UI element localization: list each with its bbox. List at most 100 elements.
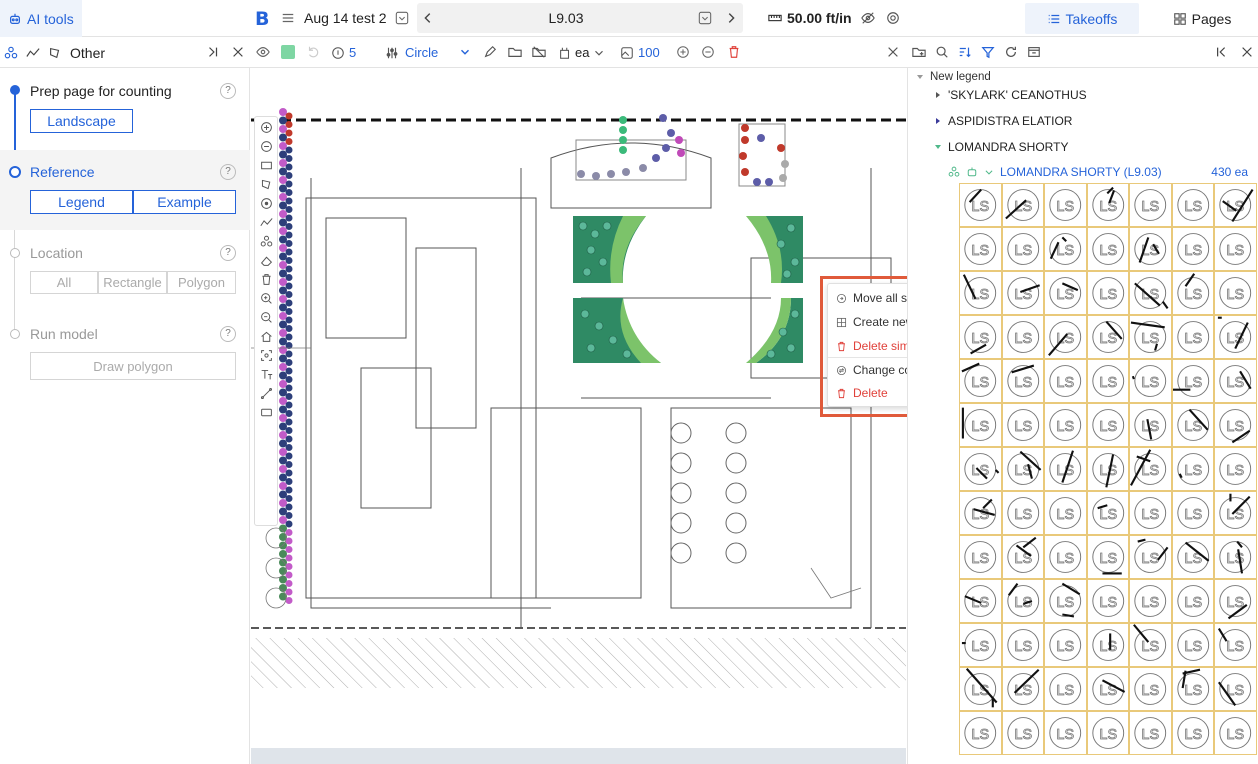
- chevron-down-icon[interactable]: [458, 45, 472, 59]
- all-button[interactable]: All: [30, 271, 98, 294]
- sample-cell[interactable]: LS: [1171, 271, 1214, 315]
- sample-cell[interactable]: LS: [1044, 183, 1087, 227]
- archive-icon[interactable]: [1027, 45, 1041, 59]
- rectangle-tool-icon[interactable]: [260, 159, 273, 172]
- help-icon[interactable]: ?: [220, 245, 236, 261]
- sample-cell[interactable]: LS: [959, 579, 1002, 623]
- gear-icon[interactable]: [886, 11, 900, 25]
- box-tool-icon[interactable]: [260, 406, 273, 419]
- polygon-button[interactable]: Polygon: [167, 271, 236, 294]
- pen-icon[interactable]: [483, 45, 497, 59]
- home-icon[interactable]: [260, 330, 273, 343]
- sample-cell[interactable]: LS: [959, 315, 1002, 359]
- ai-tools-tab[interactable]: AI tools: [0, 0, 82, 37]
- help-icon[interactable]: ?: [220, 83, 236, 99]
- text-tool-icon[interactable]: [260, 368, 273, 381]
- count-badge[interactable]: 5: [331, 45, 356, 60]
- sample-cell[interactable]: LS: [1044, 359, 1087, 403]
- scale-indicator[interactable]: 50.00 ft/in: [768, 10, 852, 26]
- measure-tool-icon[interactable]: [260, 387, 273, 400]
- sample-cell[interactable]: LS: [1214, 183, 1257, 227]
- sample-cell[interactable]: LS: [1086, 491, 1129, 535]
- help-icon[interactable]: ?: [220, 164, 236, 180]
- drawing-canvas[interactable]: [251, 68, 906, 748]
- linear-tool-icon[interactable]: [259, 216, 273, 229]
- sample-cell[interactable]: LS: [1214, 315, 1257, 359]
- sample-cell[interactable]: LS: [1044, 623, 1087, 667]
- filter-icon[interactable]: [981, 45, 995, 59]
- color-swatch[interactable]: [281, 45, 295, 59]
- count-mode-icon[interactable]: [4, 46, 18, 60]
- zoom-out-icon[interactable]: [701, 45, 715, 59]
- sample-cell[interactable]: LS: [1001, 183, 1044, 227]
- sample-cell[interactable]: LS: [1129, 623, 1172, 667]
- refresh-icon[interactable]: [1004, 45, 1018, 59]
- sample-cell[interactable]: LS: [1171, 667, 1214, 711]
- sample-cell[interactable]: LS: [1086, 183, 1129, 227]
- sample-cell[interactable]: LS: [959, 227, 1002, 271]
- sample-cell[interactable]: LS: [1171, 403, 1214, 447]
- sample-cell[interactable]: LS: [1044, 667, 1087, 711]
- menu-item-delete[interactable]: Delete: [836, 383, 888, 403]
- sample-cell[interactable]: LS: [1129, 359, 1172, 403]
- collapse-panel-icon[interactable]: [206, 45, 220, 59]
- tab-takeoffs[interactable]: Takeoffs: [1025, 3, 1139, 34]
- sample-cell[interactable]: LS: [1129, 667, 1172, 711]
- shape-select[interactable]: Circle: [385, 45, 438, 60]
- legend-button[interactable]: Legend: [30, 190, 133, 214]
- sample-cell[interactable]: LS: [1171, 447, 1214, 491]
- sample-cell[interactable]: LS: [959, 491, 1002, 535]
- sample-cell[interactable]: LS: [1001, 711, 1044, 755]
- sample-cell[interactable]: LS: [1214, 579, 1257, 623]
- count-tool-icon[interactable]: [260, 197, 273, 210]
- sort-icon[interactable]: [958, 45, 972, 59]
- zoom-fit-icon[interactable]: [260, 349, 273, 362]
- sample-cell[interactable]: LS: [959, 183, 1002, 227]
- sample-cell[interactable]: LS: [1001, 623, 1044, 667]
- sample-cell[interactable]: LS: [1001, 271, 1044, 315]
- tab-pages[interactable]: Pages: [1152, 3, 1252, 34]
- eraser-icon[interactable]: [260, 254, 273, 267]
- sample-cell[interactable]: LS: [1044, 447, 1087, 491]
- sample-cell[interactable]: LS: [1001, 227, 1044, 271]
- sample-cell[interactable]: LS: [1171, 227, 1214, 271]
- sample-cell[interactable]: LS: [1129, 491, 1172, 535]
- draw-polygon-button[interactable]: Draw polygon: [30, 352, 236, 380]
- folder-icon[interactable]: [508, 45, 522, 59]
- zoom-in-icon[interactable]: [260, 292, 273, 305]
- sample-cell[interactable]: LS: [1214, 535, 1257, 579]
- linear-mode-icon[interactable]: [26, 46, 40, 60]
- trash-icon[interactable]: [260, 273, 273, 286]
- sample-cell[interactable]: LS: [1129, 711, 1172, 755]
- search-icon[interactable]: [935, 45, 949, 59]
- chevron-down-icon[interactable]: [395, 11, 409, 25]
- close-icon[interactable]: [886, 45, 900, 59]
- sample-cell[interactable]: LS: [959, 667, 1002, 711]
- landscape-button[interactable]: Landscape: [30, 109, 133, 133]
- sample-cell[interactable]: LS: [1214, 271, 1257, 315]
- sample-cell[interactable]: LS: [959, 271, 1002, 315]
- sample-cell[interactable]: LS: [1001, 403, 1044, 447]
- sample-cell[interactable]: LS: [959, 447, 1002, 491]
- sample-cell[interactable]: LS: [1214, 227, 1257, 271]
- sample-cell[interactable]: LS: [1129, 227, 1172, 271]
- sample-cell[interactable]: LS: [1171, 315, 1214, 359]
- legend-group-header[interactable]: New legend: [916, 71, 991, 83]
- sample-cell[interactable]: LS: [1171, 491, 1214, 535]
- sample-cell[interactable]: LS: [1214, 359, 1257, 403]
- sample-cell[interactable]: LS: [1001, 315, 1044, 359]
- rectangle-button[interactable]: Rectangle: [98, 271, 167, 294]
- sample-cell[interactable]: LS: [1086, 315, 1129, 359]
- sample-cell[interactable]: LS: [1086, 447, 1129, 491]
- sample-cell[interactable]: LS: [1044, 315, 1087, 359]
- sample-cell[interactable]: LS: [1044, 579, 1087, 623]
- sample-cell[interactable]: LS: [1214, 491, 1257, 535]
- sample-cell[interactable]: LS: [1086, 623, 1129, 667]
- takeoff-item[interactable]: LOMANDRA SHORTY: [934, 140, 1068, 154]
- sample-cell[interactable]: LS: [1129, 403, 1172, 447]
- document-title[interactable]: Aug 14 test 2: [304, 10, 387, 26]
- sample-cell[interactable]: LS: [1129, 535, 1172, 579]
- help-icon[interactable]: ?: [220, 326, 236, 342]
- sample-cell[interactable]: LS: [1171, 183, 1214, 227]
- sample-cell[interactable]: LS: [959, 359, 1002, 403]
